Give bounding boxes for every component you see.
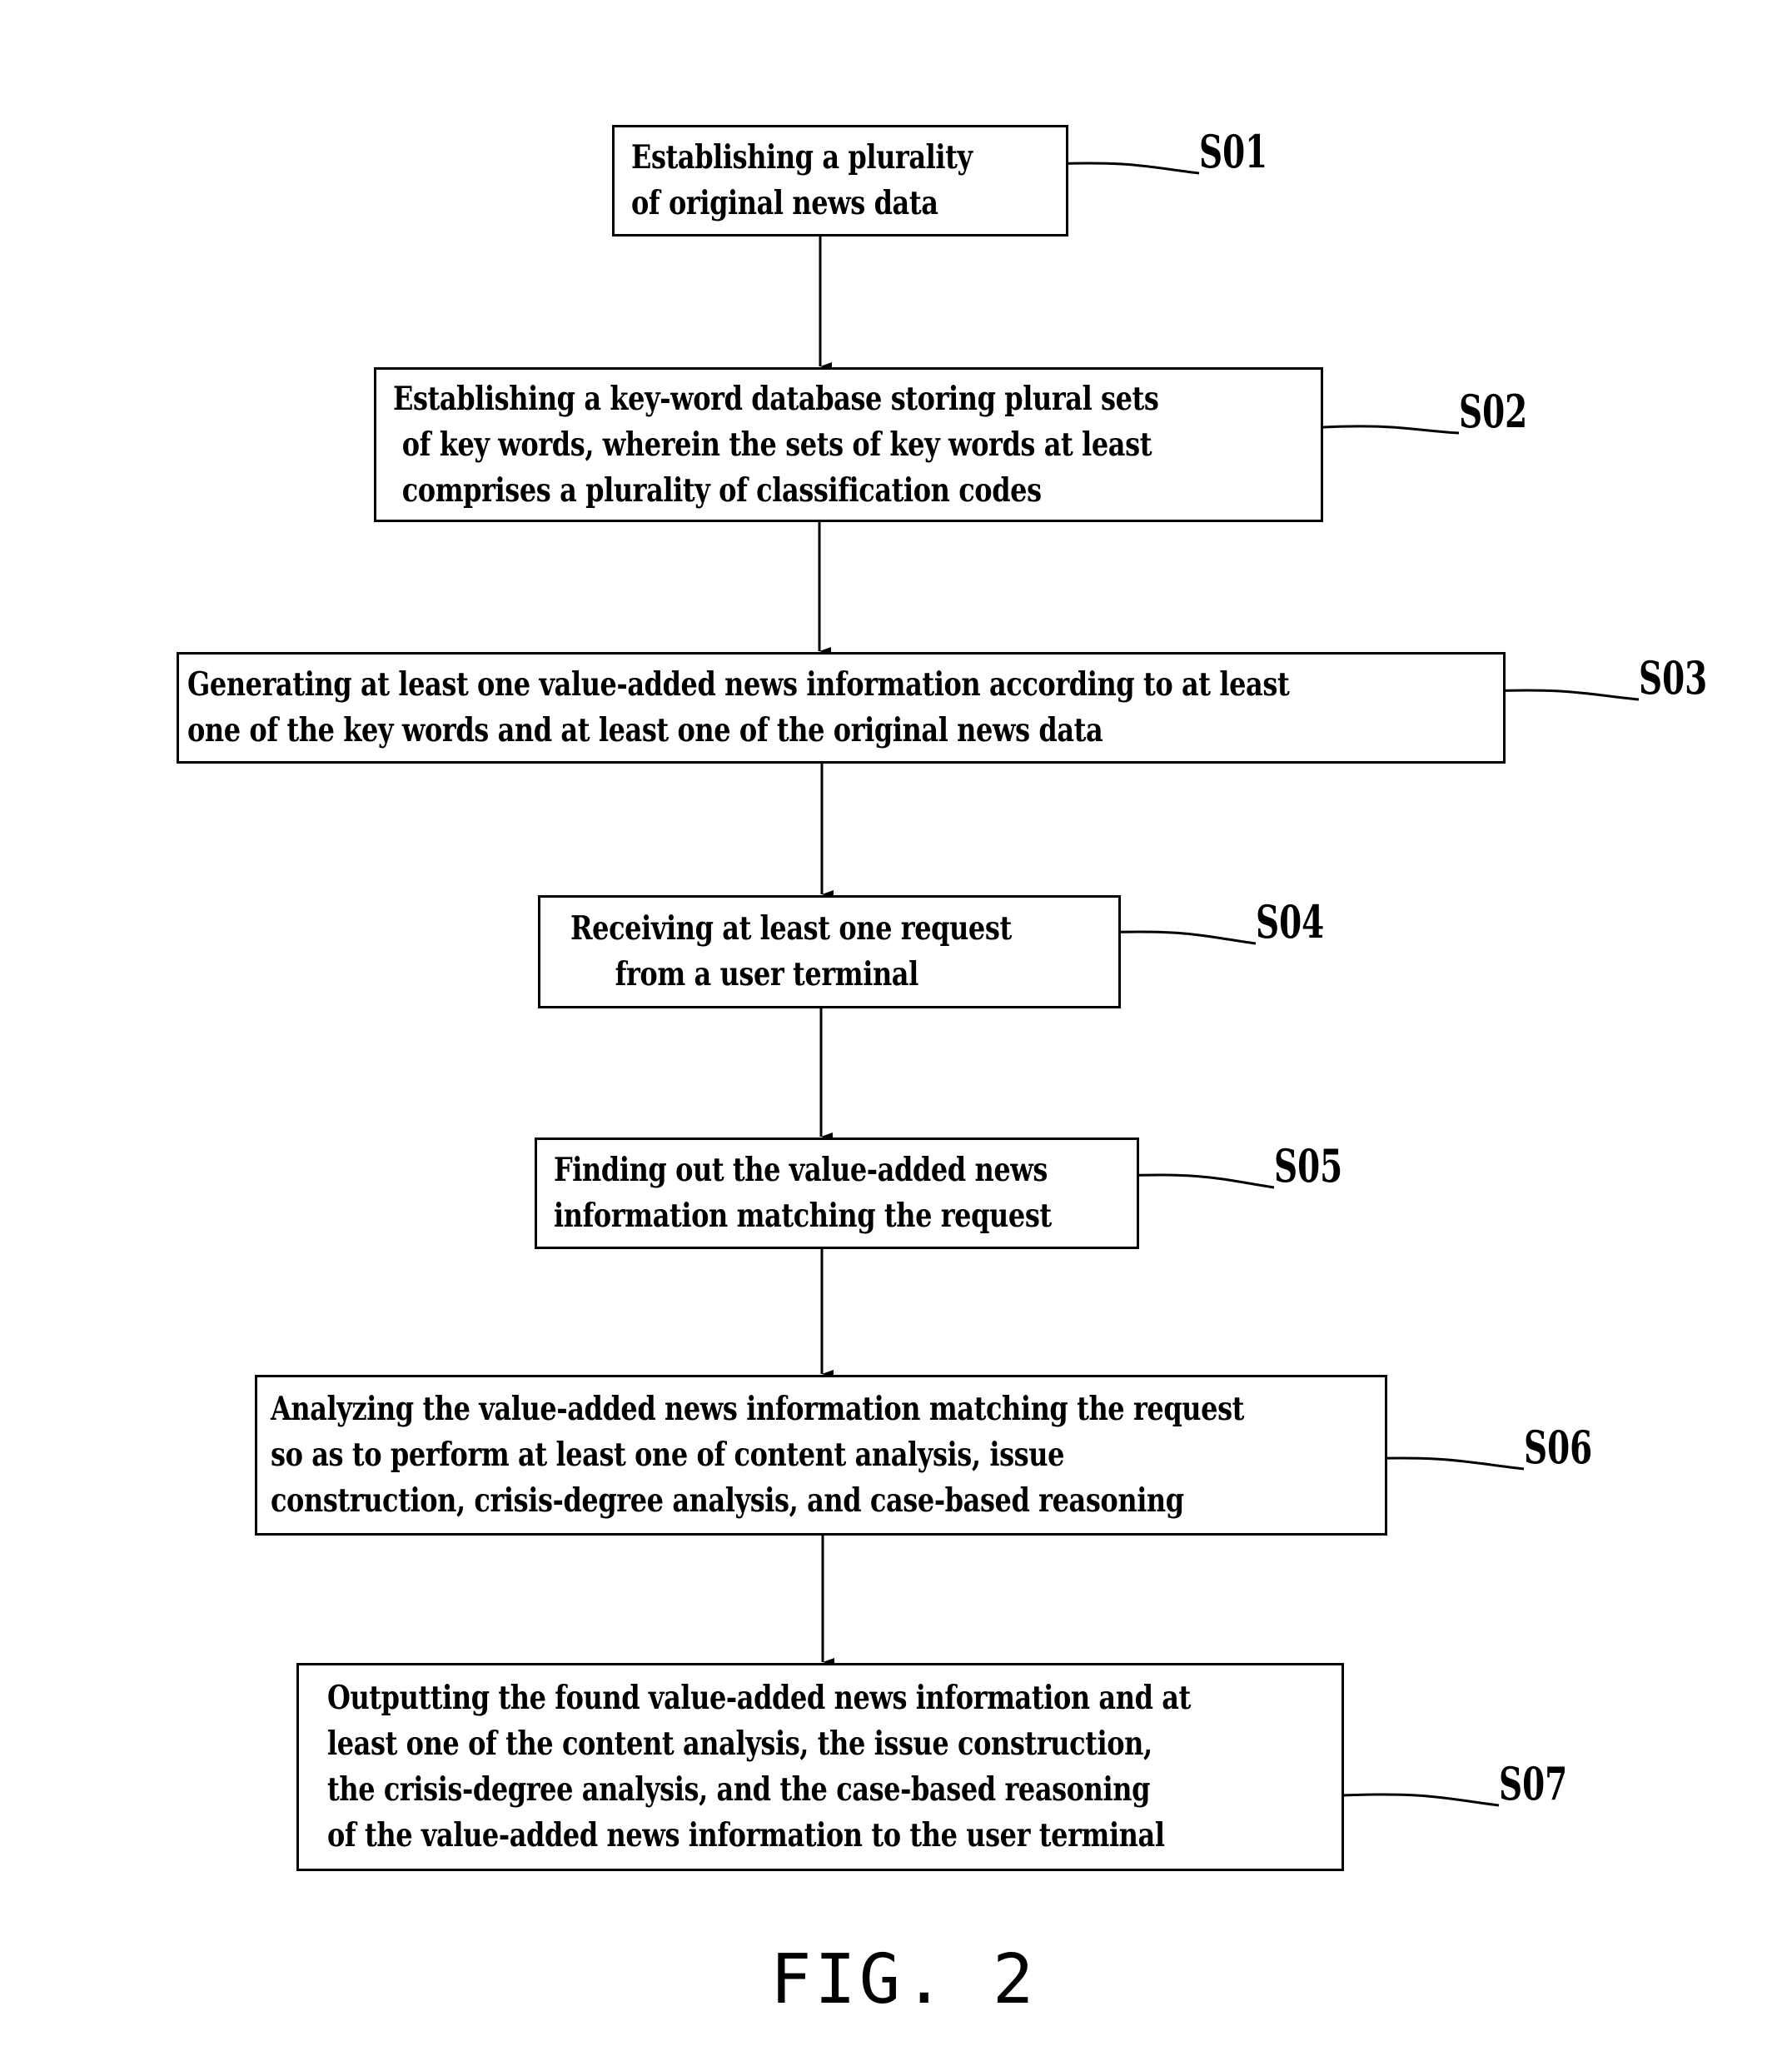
step-box-s03: Generating at least one value-added news… bbox=[177, 652, 1506, 764]
step-box-s05: Finding out the value-added news informat… bbox=[535, 1137, 1139, 1249]
leader-line-s04 bbox=[1098, 930, 1257, 945]
step-label-s06: S06 bbox=[1524, 1421, 1593, 1474]
step-text-line: from a user terminal bbox=[570, 955, 919, 993]
step-text-line: information matching the request bbox=[554, 1197, 1052, 1235]
step-text-line: Establishing a key-word database storing… bbox=[393, 379, 1159, 418]
step-text: Analyzing the value-added news informati… bbox=[271, 1386, 1244, 1524]
step-text: Finding out the value-added news informat… bbox=[554, 1147, 1052, 1239]
step-text: Receiving at least one request from a us… bbox=[570, 906, 1012, 998]
step-box-s06: Analyzing the value-added news informati… bbox=[255, 1375, 1387, 1536]
step-text-line: construction, crisis-degree analysis, an… bbox=[271, 1481, 1184, 1520]
step-text: Establishing a key-word database storing… bbox=[393, 376, 1159, 514]
leader-line-s03 bbox=[1486, 689, 1640, 701]
step-text-line: Receiving at least one request bbox=[570, 909, 1012, 948]
step-label-s02: S02 bbox=[1459, 385, 1528, 438]
step-text-line: of original news data bbox=[631, 184, 938, 222]
step-text-line: of the value-added news information to t… bbox=[327, 1816, 1165, 1854]
leader-line-s01 bbox=[1050, 162, 1200, 175]
step-label-s03: S03 bbox=[1639, 651, 1708, 704]
step-text-line: of key words, wherein the sets of key wo… bbox=[393, 425, 1152, 464]
step-text-line: Finding out the value-added news bbox=[554, 1151, 1048, 1189]
step-box-s07: Outputting the found value-added news in… bbox=[296, 1663, 1344, 1871]
step-text-line: Analyzing the value-added news informati… bbox=[271, 1390, 1245, 1428]
step-text-line: so as to perform at least one of content… bbox=[271, 1436, 1065, 1474]
step-label-s04: S04 bbox=[1256, 895, 1325, 948]
step-text-line: Generating at least one value-added news… bbox=[187, 665, 1290, 704]
step-text: Generating at least one value-added news… bbox=[187, 662, 1290, 754]
figure-caption: FIG. 2 bbox=[770, 1940, 1038, 2019]
step-box-s04: Receiving at least one request from a us… bbox=[538, 895, 1121, 1008]
leader-line-s07 bbox=[1342, 1793, 1500, 1807]
step-text: Outputting the found value-added news in… bbox=[327, 1675, 1191, 1859]
step-text-line: Outputting the found value-added news in… bbox=[327, 1679, 1191, 1717]
step-text: Establishing a plurality of original news… bbox=[631, 135, 973, 227]
step-label-s01: S01 bbox=[1199, 125, 1268, 178]
step-text-line: comprises a plurality of classification … bbox=[393, 470, 1042, 510]
step-box-s02: Establishing a key-word database storing… bbox=[374, 367, 1323, 522]
step-text-line: one of the key words and at least one of… bbox=[187, 711, 1103, 749]
leader-line-s05 bbox=[1118, 1173, 1275, 1189]
step-text-line: Establishing a plurality bbox=[631, 138, 973, 177]
step-text-line: least one of the content analysis, the i… bbox=[327, 1725, 1152, 1763]
step-label-s05: S05 bbox=[1274, 1139, 1343, 1192]
step-text-line: the crisis-degree analysis, and the case… bbox=[327, 1770, 1151, 1809]
step-label-s07: S07 bbox=[1499, 1757, 1568, 1810]
leader-line-s02 bbox=[1322, 425, 1460, 435]
step-box-s01: Establishing a plurality of original news… bbox=[612, 125, 1068, 236]
